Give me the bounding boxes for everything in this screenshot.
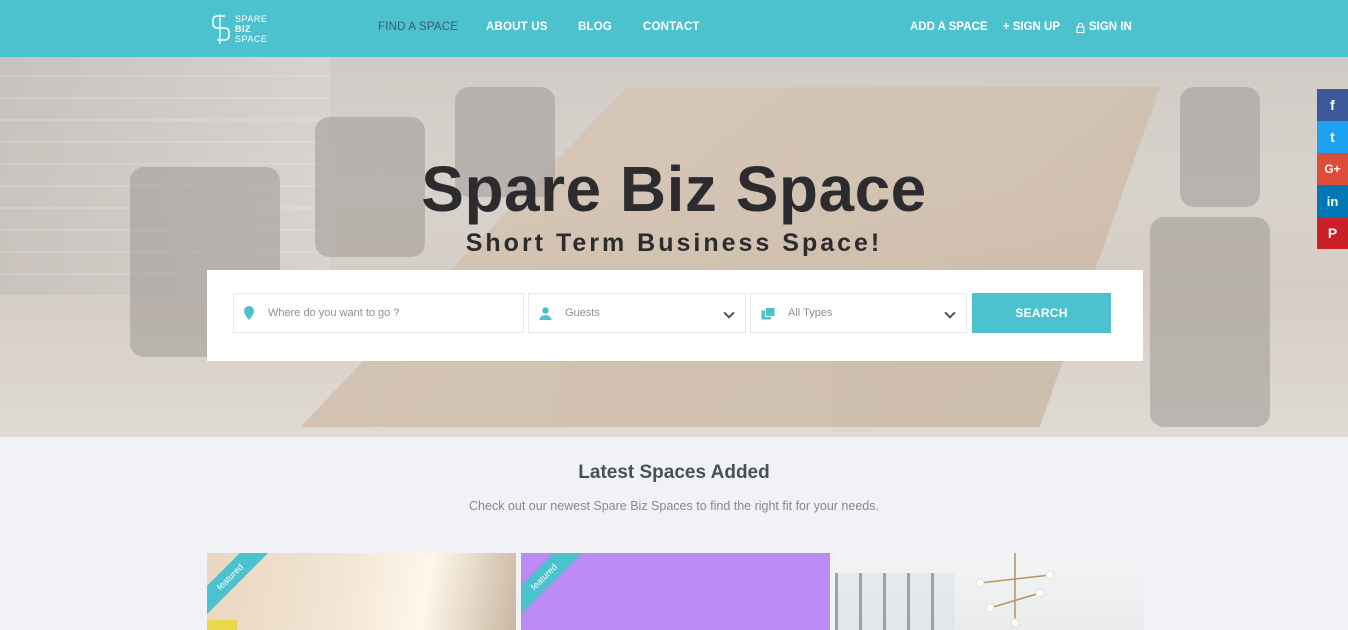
types-select-value: All Types	[788, 307, 833, 319]
card-image-detail	[207, 620, 237, 630]
logo-mark-icon	[212, 14, 230, 44]
guests-select[interactable]: Guests	[528, 293, 746, 333]
types-select[interactable]: All Types	[750, 293, 967, 333]
facebook-icon[interactable]: f	[1317, 89, 1348, 121]
logo-line-3: SPACE	[235, 34, 268, 44]
chevron-down-icon	[723, 307, 735, 319]
nav-blog[interactable]: BLOG	[578, 21, 612, 33]
sign-in-label: SIGN IN	[1089, 21, 1132, 33]
hero-subtitle: Short Term Business Space!	[465, 229, 883, 257]
hero-banner: Spare Biz Space Short Term Business Spac…	[0, 57, 1348, 437]
sign-up-link[interactable]: + SIGN UP	[1003, 21, 1060, 33]
lock-icon	[1076, 22, 1085, 33]
card-image-window	[835, 573, 955, 630]
add-space-link[interactable]: ADD A SPACE	[910, 21, 988, 33]
google-plus-icon[interactable]: G+	[1317, 153, 1348, 185]
hero-title: Spare Biz Space	[421, 153, 927, 225]
nav-find-a-space[interactable]: FIND A SPACE	[378, 21, 458, 33]
featured-badge: featured	[207, 553, 269, 616]
location-field[interactable]: Where do you want to go ?	[233, 293, 524, 333]
twitter-icon[interactable]: t	[1317, 121, 1348, 153]
search-panel: Where do you want to go ? Guests All Typ…	[207, 270, 1143, 361]
search-button[interactable]: SEARCH	[972, 293, 1111, 333]
location-input[interactable]: Where do you want to go ?	[268, 307, 399, 319]
space-card[interactable]	[835, 553, 1144, 630]
linkedin-icon[interactable]: in	[1317, 185, 1348, 217]
sign-in-link[interactable]: SIGN IN	[1076, 21, 1132, 33]
latest-spaces-title: Latest Spaces Added	[578, 462, 770, 483]
guests-select-value: Guests	[565, 307, 600, 319]
logo-text: SPARE BIZ SPACE	[235, 14, 267, 44]
user-icon	[539, 306, 552, 320]
space-card[interactable]: featured	[521, 553, 830, 630]
space-card[interactable]: featured	[207, 553, 516, 630]
social-share-bar: f t G+ in P	[1317, 89, 1348, 249]
top-navbar: SPARE BIZ SPACE FIND A SPACE ABOUT US BL…	[0, 0, 1348, 57]
nav-contact[interactable]: CONTACT	[643, 21, 700, 33]
logo-line-2: BIZ	[235, 24, 251, 34]
copy-icon	[761, 306, 776, 319]
latest-spaces-subtitle: Check out our newest Spare Biz Spaces to…	[469, 499, 879, 513]
card-image-chandelier	[975, 553, 1055, 628]
sign-up-label: SIGN UP	[1012, 21, 1061, 33]
featured-badge: featured	[521, 553, 583, 616]
logo-line-1: SPARE	[235, 14, 268, 24]
pinterest-icon[interactable]: P	[1317, 217, 1348, 249]
plus-icon: +	[1003, 20, 1010, 33]
nav-about-us[interactable]: ABOUT US	[486, 21, 548, 33]
chevron-down-icon	[944, 307, 956, 319]
map-pin-icon	[244, 306, 254, 320]
site-logo[interactable]: SPARE BIZ SPACE	[211, 11, 281, 47]
